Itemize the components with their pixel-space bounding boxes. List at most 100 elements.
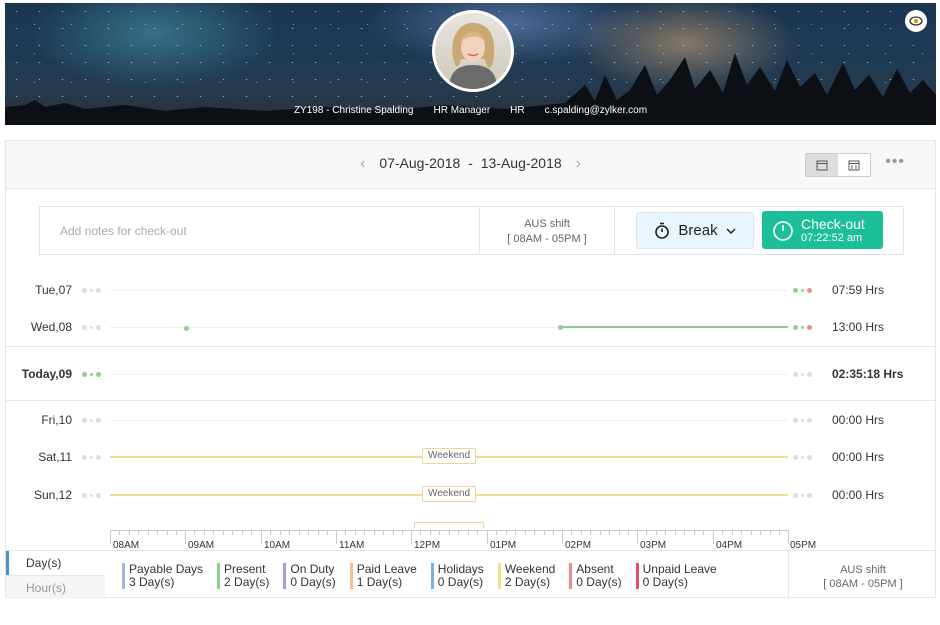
attendance-legend: Payable Days 3 Day(s) Present 2 Day(s) On Du…: [122, 563, 731, 589]
checkout-notes-input[interactable]: Add notes for check-out: [40, 207, 480, 254]
day-row-today[interactable]: Today,09 02:35:18 Hrs: [6, 355, 937, 392]
axis-major-tick: [562, 530, 563, 544]
axis-minor-tick: [393, 530, 394, 535]
end-date: 13-Aug-2018: [480, 155, 562, 171]
axis-minor-tick: [741, 530, 742, 535]
axis-minor-tick: [581, 530, 582, 535]
segment-start-marker: [558, 325, 563, 330]
legend-item: Weekend 2 Day(s): [497, 563, 555, 589]
view-toggle: [805, 153, 871, 177]
date-range: ‹ 07-Aug-2018 - 13-Aug-2018 ›: [6, 155, 935, 173]
axis-minor-tick: [374, 530, 375, 535]
checkout-label: Check-out: [801, 215, 865, 232]
day-hours: 00:00 Hrs: [832, 413, 885, 427]
break-label: Break: [678, 222, 718, 239]
checkin-panel: Add notes for check-out AUS shift [ 08AM…: [39, 206, 904, 255]
employee-name: ZY198 - Christine Spalding: [293, 105, 414, 116]
profile-header: ZY198 - Christine Spalding HR Manager HR…: [5, 3, 936, 125]
axis-minor-tick: [194, 530, 195, 535]
axis-minor-tick: [684, 530, 685, 535]
axis-minor-tick: [439, 530, 440, 535]
axis-major-tick: [336, 530, 337, 544]
axis-minor-tick: [223, 530, 224, 535]
axis-minor-tick: [525, 530, 526, 535]
legend-value: 0 Day(s): [290, 575, 336, 589]
day-hours: 07:59 Hrs: [832, 283, 885, 297]
prev-week-icon[interactable]: ‹: [360, 155, 365, 172]
day-row-tue[interactable]: Tue,07 07:59 Hrs: [6, 271, 937, 308]
axis-minor-tick: [251, 530, 252, 535]
legend-value: 2 Day(s): [224, 575, 270, 589]
axis-minor-tick: [345, 530, 346, 535]
department: HR: [510, 105, 525, 116]
checkout-button[interactable]: Check-out 07:22:52 am: [762, 211, 883, 249]
axis-minor-tick: [694, 530, 695, 535]
worked-segment: [560, 326, 788, 328]
day-row-fri[interactable]: Fri,10 00:00 Hrs: [6, 401, 937, 438]
checkin-dots: [82, 493, 101, 498]
today-divider-top: [6, 346, 937, 347]
axis-minor-tick: [665, 530, 666, 535]
tab-days[interactable]: Day(s): [6, 551, 105, 575]
axis-minor-tick: [289, 530, 290, 535]
avatar[interactable]: [432, 10, 514, 92]
axis-minor-tick: [751, 530, 752, 535]
axis-minor-tick: [327, 530, 328, 535]
axis-minor-tick: [402, 530, 403, 535]
axis-minor-tick: [477, 530, 478, 535]
axis-minor-tick: [355, 530, 356, 535]
axis-minor-tick: [242, 530, 243, 535]
axis-minor-tick: [270, 530, 271, 535]
calendar-view-button[interactable]: [838, 154, 870, 176]
view-button[interactable]: [905, 10, 927, 32]
attendance-card: ‹ 07-Aug-2018 - 13-Aug-2018 › ••• Add no…: [5, 140, 937, 599]
calendar-grid-icon: [848, 160, 860, 171]
day-hours: 13:00 Hrs: [832, 320, 885, 334]
axis-minor-tick: [280, 530, 281, 535]
tab-hours[interactable]: Hour(s): [6, 575, 105, 599]
axis-minor-tick: [515, 530, 516, 535]
checkin-dots: [82, 288, 101, 293]
axis-minor-tick: [703, 530, 704, 535]
axis-minor-tick: [308, 530, 309, 535]
day-label: Sat,11: [38, 450, 72, 464]
checkout-dots: [793, 372, 812, 377]
checkout-dots: [793, 288, 812, 293]
day-row-sat[interactable]: Sat,11 Weekend 00:00 Hrs: [6, 438, 937, 475]
stopwatch-icon: [655, 222, 670, 239]
legend-item: Absent 0 Day(s): [569, 563, 622, 589]
axis-minor-tick: [675, 530, 676, 535]
more-options-icon[interactable]: •••: [885, 153, 905, 171]
axis-minor-tick: [534, 530, 535, 535]
axis-minor-tick: [590, 530, 591, 535]
shift-time: [ 08AM - 05PM ]: [507, 233, 587, 245]
calendar-day-icon: [816, 160, 828, 171]
summary-footer: Day(s) Hour(s) Payable Days 3 Day(s) Prese…: [6, 550, 937, 599]
day-row-sun[interactable]: Sun,12 Weekend 00:00 Hrs: [6, 476, 937, 513]
axis-minor-tick: [770, 530, 771, 535]
axis-major-tick: [637, 530, 638, 544]
shift-info: AUS shift [ 08AM - 05PM ]: [480, 207, 615, 254]
legend-item: Holidays 0 Day(s): [430, 563, 484, 589]
checkout-dots: [793, 455, 812, 460]
list-view-button[interactable]: [806, 154, 838, 176]
axis-minor-tick: [364, 530, 365, 535]
axis-minor-tick: [430, 530, 431, 535]
summary-tabs: Day(s) Hour(s): [6, 551, 105, 599]
axis-minor-tick: [176, 530, 177, 535]
axis-minor-tick: [383, 530, 384, 535]
break-button[interactable]: Break: [636, 212, 754, 249]
axis-minor-tick: [722, 530, 723, 535]
axis-minor-tick: [571, 530, 572, 535]
timeline-track: [110, 420, 788, 421]
axis-minor-tick: [213, 530, 214, 535]
axis-minor-tick: [167, 530, 168, 535]
axis-major-tick: [713, 530, 714, 544]
axis-minor-tick: [129, 530, 130, 535]
axis-minor-tick: [496, 530, 497, 535]
axis-minor-tick: [138, 530, 139, 535]
day-row-wed[interactable]: Wed,08 13:00 Hrs: [6, 308, 937, 345]
legend-value: 3 Day(s): [129, 575, 175, 589]
next-week-icon[interactable]: ›: [576, 155, 581, 172]
axis-minor-tick: [544, 530, 545, 535]
